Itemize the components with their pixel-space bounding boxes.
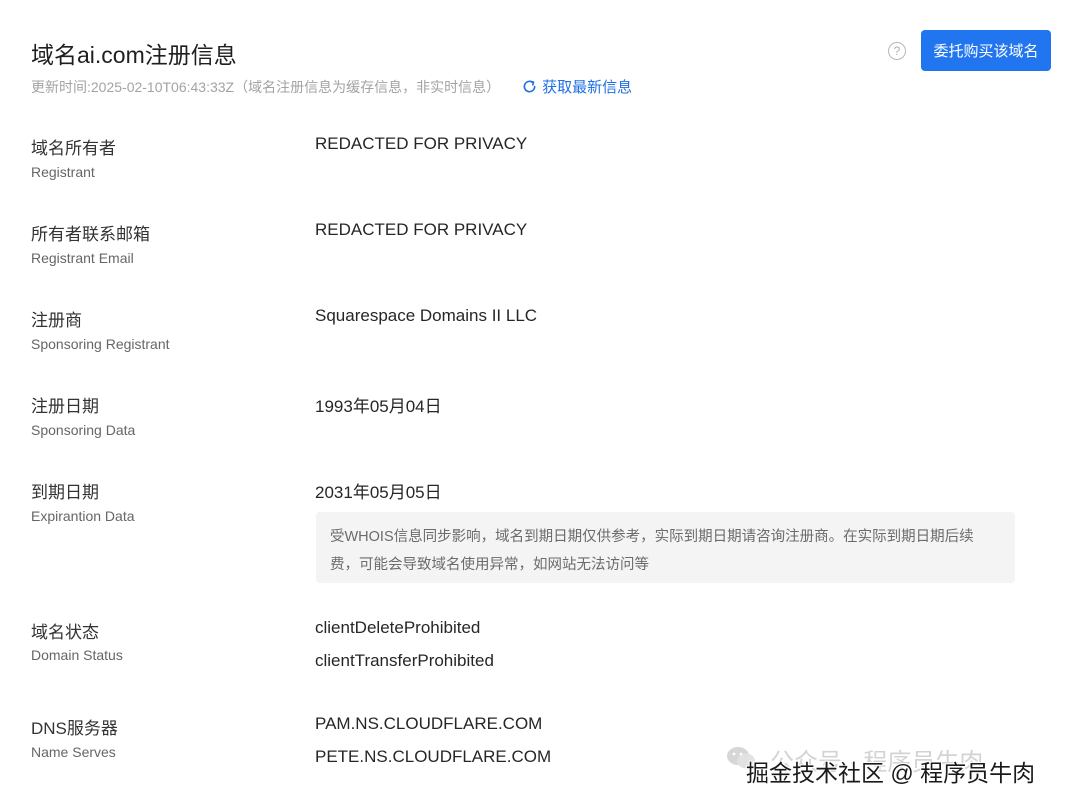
refresh-icon bbox=[523, 80, 536, 93]
label-dns-zh: DNS服务器 bbox=[31, 719, 118, 738]
label-status-zh: 域名状态 bbox=[31, 623, 99, 642]
update-time: 更新时间:2025-02-10T06:43:33Z（域名注册信息为缓存信息，非实… bbox=[31, 78, 501, 95]
label-expiry-en: Expirantion Data bbox=[31, 508, 135, 524]
label-registrar-en: Sponsoring Registrant bbox=[31, 336, 170, 352]
value-email: REDACTED FOR PRIVACY bbox=[315, 220, 528, 239]
value-created: 1993年05月04日 bbox=[315, 397, 442, 416]
value-status-1: clientDeleteProhibited bbox=[315, 618, 481, 637]
label-created-en: Sponsoring Data bbox=[31, 422, 136, 438]
value-registrar: Squarespace Domains II LLC bbox=[315, 306, 538, 325]
value-registrant: REDACTED FOR PRIVACY bbox=[315, 134, 528, 153]
label-status-en: Domain Status bbox=[31, 647, 123, 663]
label-registrant-en: Registrant bbox=[31, 164, 95, 180]
value-dns-2: PETE.NS.CLOUDFLARE.COM bbox=[315, 747, 552, 766]
label-email-en: Registrant Email bbox=[31, 250, 134, 266]
label-registrant-zh: 域名所有者 bbox=[31, 139, 116, 158]
buy-domain-button[interactable]: 委托购买该域名 bbox=[921, 30, 1051, 71]
label-dns-en: Name Serves bbox=[31, 744, 116, 760]
label-email-zh: 所有者联系邮箱 bbox=[31, 225, 150, 244]
page-title: 域名ai.com注册信息 bbox=[31, 42, 237, 68]
value-expiry: 2031年05月05日 bbox=[315, 483, 442, 502]
watermark-front: 掘金技术社区 @ 程序员牛肉 bbox=[746, 760, 1036, 786]
help-circle-icon[interactable]: ? bbox=[888, 42, 906, 60]
refresh-link[interactable]: 获取最新信息 bbox=[522, 76, 632, 97]
value-dns-1: PAM.NS.CLOUDFLARE.COM bbox=[315, 714, 543, 733]
refresh-label: 获取最新信息 bbox=[542, 79, 633, 96]
update-info: 更新时间:2025-02-10T06:43:33Z（域名注册信息为缓存信息，非实… bbox=[31, 76, 632, 97]
label-expiry-zh: 到期日期 bbox=[31, 483, 99, 502]
expiry-note: 受WHOIS信息同步影响，域名到期日期仅供参考，实际到期日期请咨询注册商。在实际… bbox=[316, 512, 1015, 583]
label-registrar-zh: 注册商 bbox=[31, 311, 82, 330]
value-status-2: clientTransferProhibited bbox=[315, 651, 494, 670]
label-created-zh: 注册日期 bbox=[31, 397, 99, 416]
watermark: 公众号 · 程序员牛肉 掘金技术社区 @ 程序员牛肉 bbox=[724, 738, 1074, 798]
